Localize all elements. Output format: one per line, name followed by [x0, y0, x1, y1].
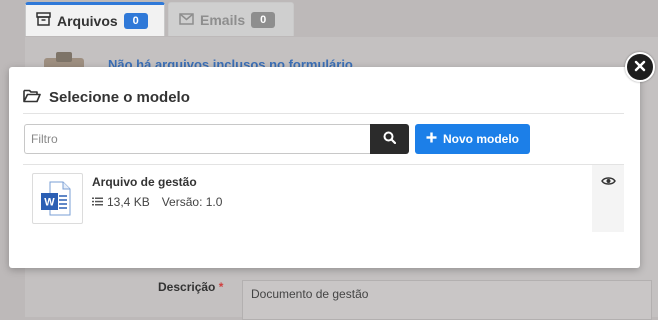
eye-icon — [600, 175, 616, 232]
folder-open-icon — [23, 88, 41, 106]
tab-label: Emails — [200, 11, 246, 28]
select-template-modal: Selecione o modelo Novo modelo — [9, 67, 640, 268]
new-template-label: Novo modelo — [442, 132, 519, 146]
word-document-icon: W — [32, 173, 83, 224]
preview-button[interactable] — [592, 165, 624, 232]
document-name: Arquivo de gestão — [92, 175, 197, 189]
list-item[interactable]: W Arquivo de gestão 13,4 KB Versão: 1.0 — [23, 165, 624, 232]
count-badge: 0 — [123, 12, 148, 29]
envelope-icon — [179, 12, 194, 28]
description-label: Descrição * — [158, 280, 224, 294]
required-mark: * — [218, 280, 224, 294]
tab-emails[interactable]: Emails 0 — [168, 2, 294, 36]
search-icon — [383, 131, 397, 147]
filter-bar: Novo modelo — [24, 124, 530, 154]
new-template-button[interactable]: Novo modelo — [415, 124, 530, 154]
close-icon — [634, 60, 646, 75]
document-version: Versão: 1.0 — [161, 195, 223, 209]
svg-text:W: W — [44, 197, 55, 209]
modal-title: Selecione o modelo — [49, 88, 190, 106]
filter-input[interactable] — [24, 124, 370, 154]
tab-arquivos[interactable]: Arquivos 0 — [25, 2, 165, 36]
count-badge: 0 — [251, 11, 276, 28]
archive-icon — [36, 12, 51, 29]
search-button[interactable] — [370, 124, 409, 154]
document-meta: 13,4 KB Versão: 1.0 — [92, 195, 222, 209]
plus-icon — [426, 132, 437, 146]
modal-header: Selecione o modelo — [23, 88, 190, 106]
divider — [23, 113, 624, 114]
list-icon — [92, 195, 103, 209]
document-size: 13,4 KB — [107, 195, 150, 209]
tab-label: Arquivos — [57, 12, 118, 29]
file-tabs: Arquivos 0 Emails 0 — [0, 0, 658, 38]
description-field[interactable]: Documento de gestão — [242, 280, 652, 320]
close-modal-button[interactable] — [625, 52, 655, 82]
